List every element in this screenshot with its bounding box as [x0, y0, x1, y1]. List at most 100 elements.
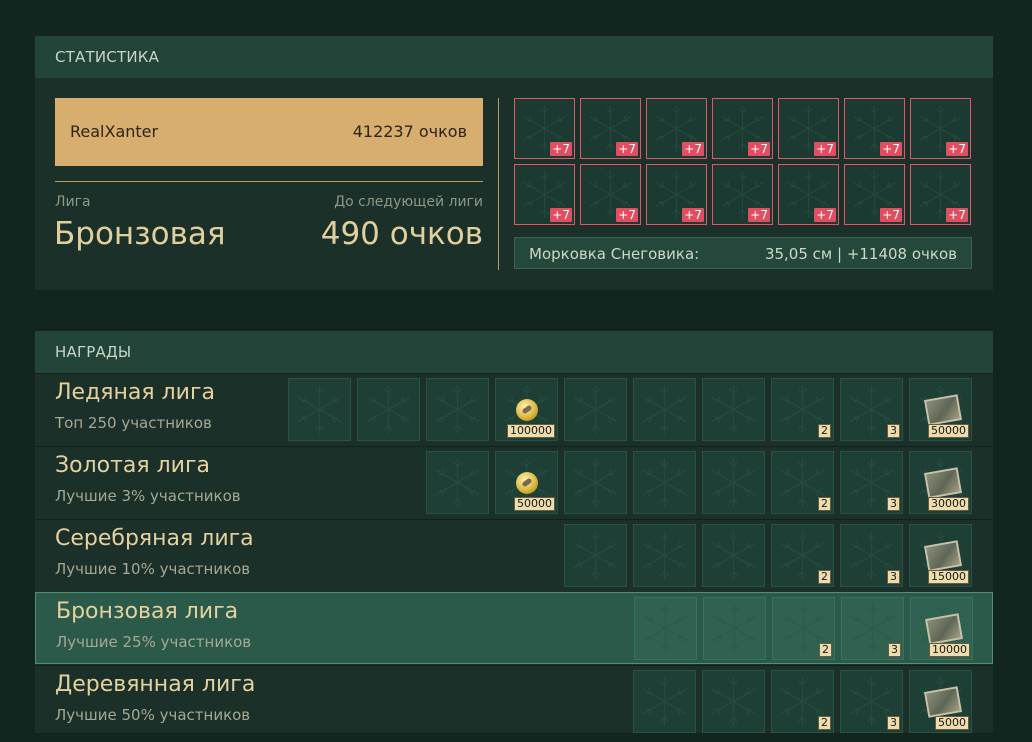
reward-cell[interactable]: [702, 524, 765, 587]
reward-cell[interactable]: 3: [840, 451, 903, 514]
bonus-cell[interactable]: +7: [778, 164, 839, 225]
league-subtitle: Лучшие 50% участников: [55, 706, 251, 724]
reward-cell[interactable]: [633, 524, 696, 587]
snowflake-icon: [435, 385, 480, 434]
snowflake-icon: [573, 531, 618, 580]
league-row[interactable]: Золотая лига Лучшие 3% участников 50000 2 3 3…: [35, 446, 993, 518]
reward-amount: 3: [887, 716, 900, 730]
snowflake-icon: [711, 385, 756, 434]
reward-cell[interactable]: [633, 670, 696, 733]
bonus-cell[interactable]: +7: [910, 164, 971, 225]
bonus-cell[interactable]: +7: [646, 164, 707, 225]
reward-cell[interactable]: 10000: [910, 597, 973, 660]
reward-cell[interactable]: [564, 378, 627, 441]
reward-cell[interactable]: 15000: [909, 524, 972, 587]
bonus-value: +7: [814, 208, 836, 222]
reward-cell[interactable]: 2: [772, 597, 835, 660]
reward-cell[interactable]: [703, 597, 766, 660]
reward-cell[interactable]: [288, 378, 351, 441]
league-value: Бронзовая: [54, 216, 226, 252]
reward-amount: 50000: [514, 497, 555, 511]
snowflake-icon: [573, 458, 618, 507]
next-league-label: До следующей лиги: [334, 194, 483, 210]
reward-amount: 3: [887, 497, 900, 511]
reward-amount: 2: [818, 497, 831, 511]
reward-cell[interactable]: 2: [771, 670, 834, 733]
divider: [55, 181, 483, 182]
snowflake-icon: [642, 531, 687, 580]
snowflake-icon: [642, 458, 687, 507]
league-title: Ледяная лига: [55, 380, 216, 405]
reward-cell[interactable]: [426, 378, 489, 441]
reward-cell[interactable]: 50000: [495, 451, 558, 514]
bonus-cell[interactable]: +7: [580, 98, 641, 159]
reward-cell[interactable]: 3: [840, 378, 903, 441]
rewards-header: НАГРАДЫ: [35, 331, 993, 373]
bonus-value: +7: [946, 142, 968, 156]
snowflake-icon: [297, 385, 342, 434]
snowflake-icon: [642, 677, 687, 726]
coin-icon: [516, 399, 538, 421]
reward-amount: 2: [818, 716, 831, 730]
league-row[interactable]: Серебряная лига Лучшие 10% участников 2 3 15…: [35, 519, 993, 591]
reward-cell[interactable]: 100000: [495, 378, 558, 441]
bonus-cell[interactable]: +7: [844, 164, 905, 225]
snowflake-icon: [643, 604, 688, 653]
bonus-cell[interactable]: +7: [712, 164, 773, 225]
carrot-stat: Морковка Снеговика: 35,05 см | +11408 оч…: [514, 237, 972, 269]
bonus-value: +7: [550, 208, 572, 222]
bonus-value: +7: [682, 142, 704, 156]
reward-amount: 2: [818, 570, 831, 584]
reward-cell[interactable]: 2: [771, 451, 834, 514]
reward-cell[interactable]: [634, 597, 697, 660]
bonus-cell[interactable]: +7: [514, 98, 575, 159]
reward-amount: 50000: [928, 424, 969, 438]
bonus-cell[interactable]: +7: [712, 98, 773, 159]
bonus-value: +7: [616, 208, 638, 222]
league-row[interactable]: Ледяная лига Топ 250 участников 100000 2 3 50…: [35, 373, 993, 445]
bonus-value: +7: [616, 142, 638, 156]
reward-cell[interactable]: [426, 451, 489, 514]
reward-cell[interactable]: 30000: [909, 451, 972, 514]
snowflake-icon: [573, 385, 618, 434]
league-subtitle: Топ 250 участников: [55, 414, 212, 432]
reward-cell[interactable]: [357, 378, 420, 441]
player-score-card: RealXanter 412237 очков: [55, 98, 483, 166]
league-subtitle: Лучшие 25% участников: [56, 633, 252, 651]
league-row[interactable]: Бронзовая лига Лучшие 25% участников 2 3 100…: [35, 592, 993, 664]
player-name: RealXanter: [70, 122, 159, 141]
league-title: Серебряная лига: [55, 526, 254, 551]
bonus-cell[interactable]: +7: [580, 164, 641, 225]
bonus-value: +7: [946, 208, 968, 222]
reward-cell[interactable]: [633, 451, 696, 514]
reward-cell[interactable]: 5000: [909, 670, 972, 733]
league-row[interactable]: Деревянная лига Лучшие 50% участников 2 3 50…: [35, 665, 993, 737]
snowflake-icon: [435, 458, 480, 507]
reward-cell[interactable]: [702, 670, 765, 733]
snowflake-icon: [711, 677, 756, 726]
reward-cell[interactable]: 2: [771, 378, 834, 441]
reward-cell[interactable]: [633, 378, 696, 441]
reward-cell[interactable]: [702, 378, 765, 441]
reward-cell[interactable]: [564, 451, 627, 514]
league-title: Золотая лига: [55, 453, 211, 478]
bonus-cell[interactable]: +7: [844, 98, 905, 159]
reward-amount: 3: [887, 424, 900, 438]
bonus-cell[interactable]: +7: [778, 98, 839, 159]
reward-amount: 3: [887, 570, 900, 584]
bonus-value: +7: [814, 142, 836, 156]
reward-cell[interactable]: 50000: [909, 378, 972, 441]
league-title: Деревянная лига: [55, 672, 256, 697]
reward-cell[interactable]: 3: [840, 524, 903, 587]
stats-header: СТАТИСТИКА: [35, 36, 993, 78]
reward-cell[interactable]: [702, 451, 765, 514]
reward-cell[interactable]: 3: [840, 670, 903, 733]
carrot-label: Морковка Снеговика:: [529, 245, 700, 263]
reward-cell[interactable]: 2: [771, 524, 834, 587]
bonus-cell[interactable]: +7: [514, 164, 575, 225]
bonus-cell[interactable]: +7: [646, 98, 707, 159]
bonus-cell[interactable]: +7: [910, 98, 971, 159]
reward-cell[interactable]: 3: [841, 597, 904, 660]
stats-panel: СТАТИСТИКА RealXanter 412237 очков Лига …: [35, 36, 993, 290]
reward-cell[interactable]: [564, 524, 627, 587]
